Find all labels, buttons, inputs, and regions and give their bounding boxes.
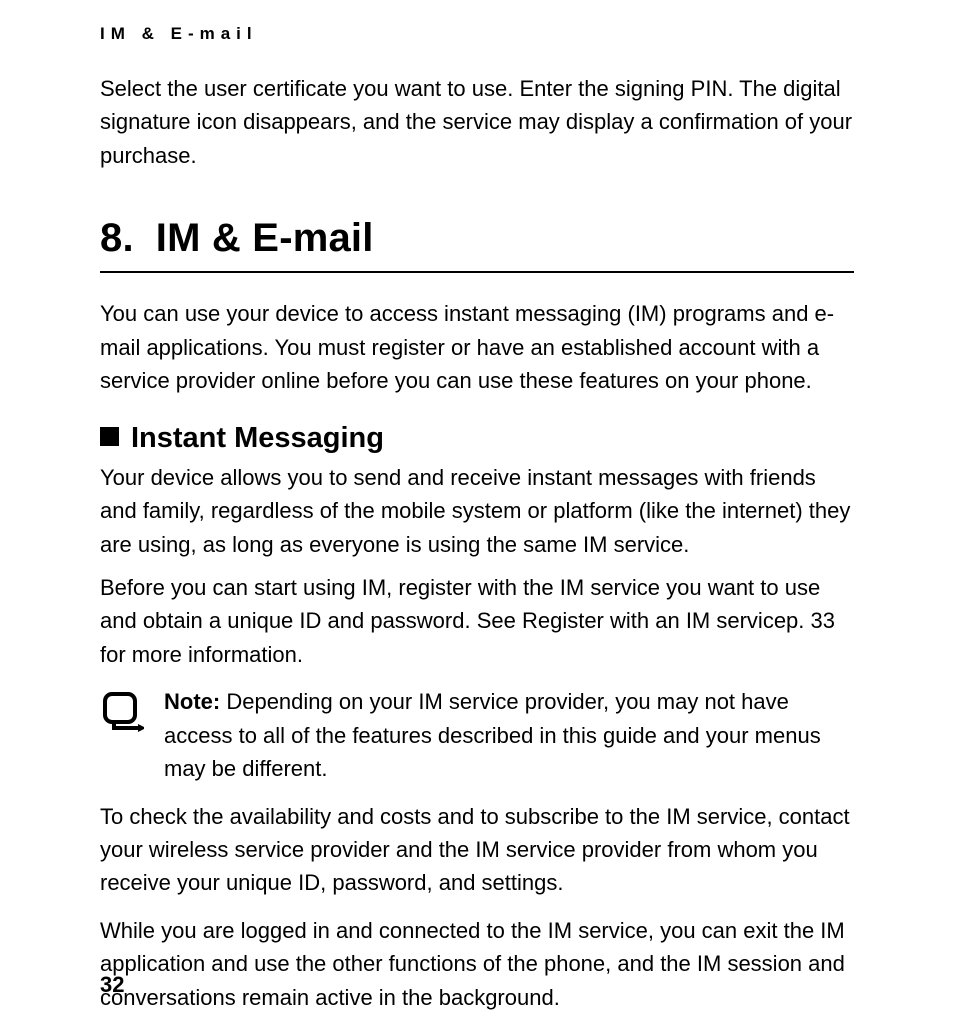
section-paragraph-3: To check the availability and costs and … bbox=[100, 800, 854, 900]
document-page: IM & E-mail Select the user certificate … bbox=[0, 0, 954, 1036]
section-heading: Instant Messaging bbox=[100, 422, 854, 455]
section-paragraph-2: Before you can start using IM, register … bbox=[100, 571, 854, 671]
intro-paragraph: Select the user certificate you want to … bbox=[100, 72, 854, 172]
running-header: IM & E-mail bbox=[100, 24, 854, 44]
section-title-text: Instant Messaging bbox=[131, 422, 384, 454]
chapter-title-text: IM & E-mail bbox=[156, 216, 374, 260]
note-icon bbox=[100, 689, 144, 733]
note-label: Note: bbox=[164, 689, 220, 714]
note-text: Note: Depending on your IM service provi… bbox=[164, 685, 854, 785]
section-paragraph-1: Your device allows you to send and recei… bbox=[100, 461, 854, 561]
chapter-number: 8. bbox=[100, 216, 134, 260]
page-number: 32 bbox=[100, 972, 124, 998]
note-block: Note: Depending on your IM service provi… bbox=[100, 685, 854, 785]
chapter-heading: 8. IM & E-mail bbox=[100, 216, 854, 261]
section-paragraph-4: While you are logged in and connected to… bbox=[100, 914, 854, 1014]
chapter-rule bbox=[100, 271, 854, 273]
chapter-intro-paragraph: You can use your device to access instan… bbox=[100, 297, 854, 397]
square-bullet-icon bbox=[100, 427, 119, 446]
note-body: Depending on your IM service provider, y… bbox=[164, 689, 821, 781]
